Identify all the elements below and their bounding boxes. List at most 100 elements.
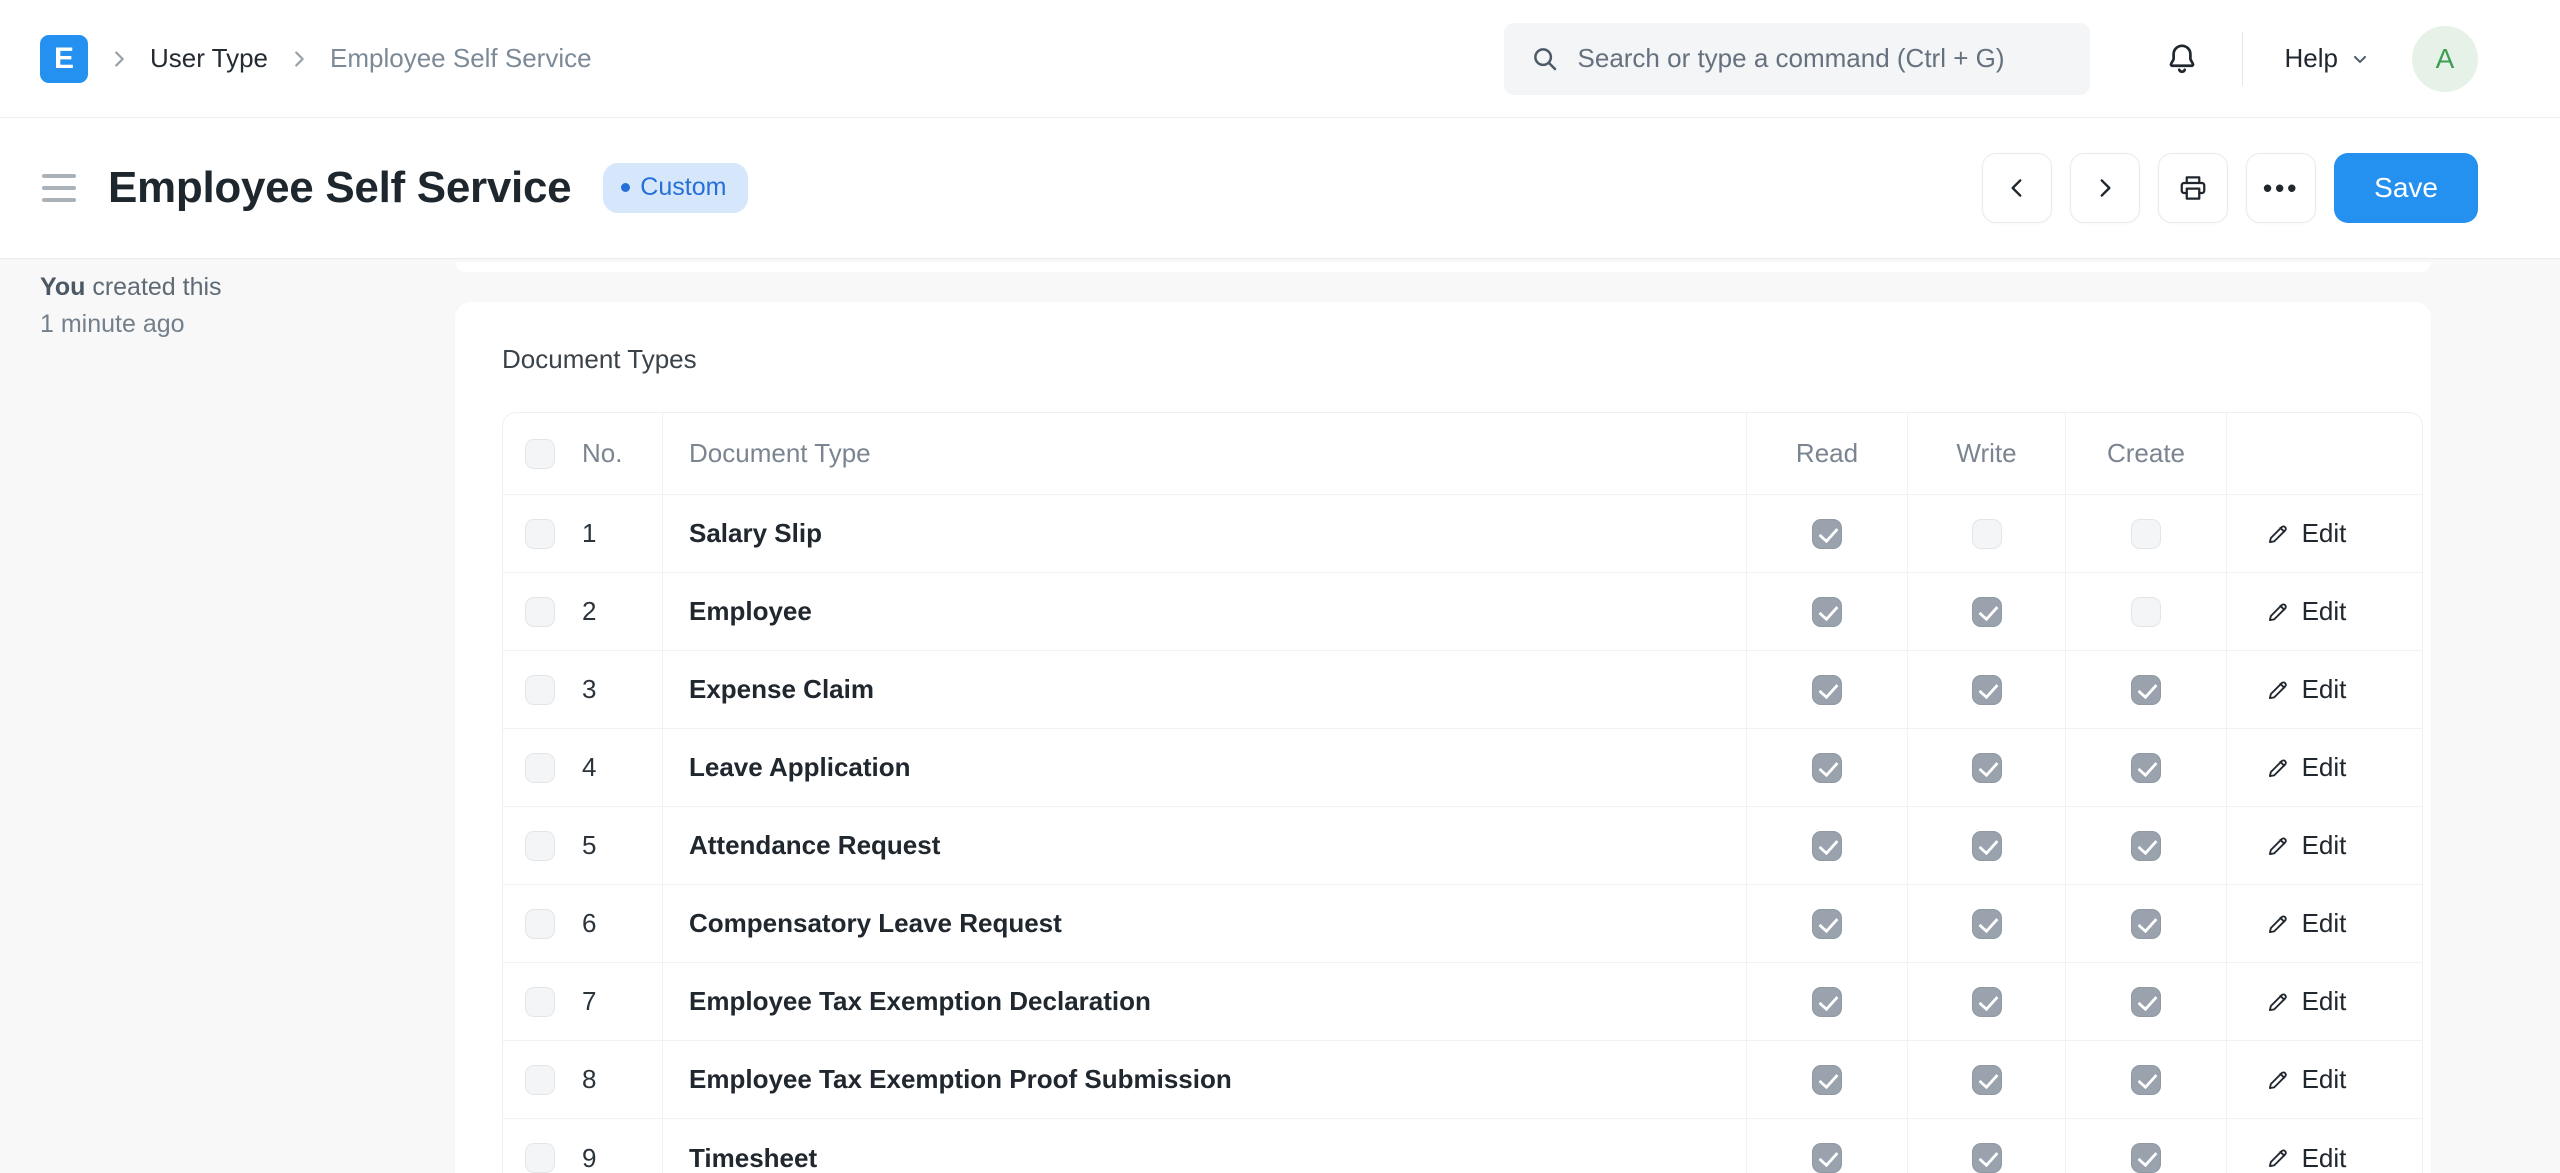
previous-section-card-edge [455,262,2431,272]
row-select-checkbox[interactable] [525,518,555,549]
help-menu[interactable]: Help [2285,43,2370,74]
pencil-icon [2268,1149,2287,1168]
document-type-name: Leave Application [689,752,911,782]
next-document-button[interactable] [2070,153,2141,223]
table-row: 8 Employee Tax Exemption Proof Submissio… [503,1041,2422,1119]
row-select-checkbox[interactable] [525,1143,555,1173]
form-sidebar: You created this 1 minute ago [0,259,455,1173]
user-avatar[interactable]: A [2412,25,2478,92]
read-checkbox[interactable] [1812,986,1842,1017]
read-checkbox[interactable] [1812,596,1842,627]
write-checkbox[interactable] [1971,518,2002,549]
edit-row-button[interactable]: Edit [2265,596,2347,627]
help-label: Help [2284,43,2338,73]
row-select-checkbox[interactable] [525,752,555,783]
document-type-name: Employee Tax Exemption Proof Submission [689,1064,1232,1094]
sidebar-toggle-icon[interactable] [40,168,78,208]
write-checkbox[interactable] [1971,830,2002,861]
pencil-icon [2268,837,2287,855]
column-header-no: No. [582,438,623,468]
write-checkbox[interactable] [1971,1143,2002,1173]
create-checkbox[interactable] [2131,596,2161,627]
app-logo-icon[interactable]: E [40,34,88,83]
edit-row-button[interactable]: Edit [2265,674,2346,705]
write-checkbox[interactable] [1971,596,2002,627]
table-row: 6 Compensatory Leave Request Edit [503,885,2422,963]
edit-row-button[interactable]: Edit [2265,518,2347,549]
more-actions-button[interactable]: ••• [2246,153,2317,223]
navbar: E User Type Employee Self Service Search… [0,0,2560,118]
previous-document-button[interactable] [1982,153,2053,223]
edit-label: Edit [2301,518,2347,548]
page-header: Employee Self Service Custom ••• Save [0,118,2560,259]
create-checkbox[interactable] [2131,518,2161,549]
edit-row-button[interactable]: Edit [2265,908,2347,939]
edit-label: Edit [2301,986,2347,1016]
read-checkbox[interactable] [1812,908,1842,939]
pencil-icon [2268,1071,2287,1089]
row-select-checkbox[interactable] [525,596,555,627]
search-icon [1530,44,1560,74]
edit-row-button[interactable]: Edit [2265,752,2346,783]
breadcrumb-parent[interactable]: User Type [150,43,268,74]
table-row: 4 Leave Application Edit [503,729,2422,807]
read-checkbox[interactable] [1812,518,1842,549]
row-select-checkbox[interactable] [525,1064,555,1095]
write-checkbox[interactable] [1971,986,2002,1017]
ellipsis-icon: ••• [2263,173,2300,203]
write-checkbox[interactable] [1971,1064,2002,1095]
read-checkbox[interactable] [1812,830,1842,861]
column-header-write: Write [1956,438,2017,468]
breadcrumb-current[interactable]: Employee Self Service [330,43,592,74]
chevron-left-icon [2011,179,2022,197]
table-row: 7 Employee Tax Exemption Declaration Edi… [503,963,2422,1041]
save-button[interactable]: Save [2334,153,2478,223]
created-by-user: You [40,273,86,301]
read-checkbox[interactable] [1812,1064,1842,1095]
form-body: Document Types No. Document Type Read Wr… [455,259,2560,1173]
table-header-row: No. Document Type Read Write Create [503,413,2422,495]
read-checkbox[interactable] [1812,752,1842,783]
edit-label: Edit [2301,596,2347,626]
create-checkbox[interactable] [2131,1064,2161,1095]
row-select-checkbox[interactable] [525,830,555,861]
row-number: 1 [582,518,597,548]
table-row: 9 Timesheet Edit [503,1119,2422,1173]
create-checkbox[interactable] [2131,752,2161,783]
breadcrumb-chevron-icon [108,48,130,70]
row-number: 9 [582,1142,597,1173]
select-all-checkbox[interactable] [525,438,555,469]
document-type-name: Attendance Request [689,830,941,860]
pencil-icon [2268,915,2287,933]
notifications-bell-icon[interactable] [2164,39,2200,79]
read-checkbox[interactable] [1812,1143,1842,1173]
document-type-name: Compensatory Leave Request [689,908,1062,938]
edit-label: Edit [2301,830,2347,860]
create-checkbox[interactable] [2131,830,2161,861]
edit-row-button[interactable]: Edit [2265,986,2347,1017]
row-select-checkbox[interactable] [525,908,555,939]
edit-label: Edit [2301,908,2347,938]
row-number: 6 [582,908,597,938]
create-checkbox[interactable] [2131,986,2161,1017]
edit-label: Edit [2301,1064,2347,1094]
header-actions: ••• Save [1982,153,2478,223]
pencil-icon [2268,759,2287,777]
row-select-checkbox[interactable] [525,674,555,705]
read-checkbox[interactable] [1812,674,1842,705]
edit-row-button[interactable]: Edit [2265,1064,2347,1095]
create-checkbox[interactable] [2131,1143,2161,1173]
print-button[interactable] [2158,153,2229,223]
global-search-input[interactable]: Search or type a command (Ctrl + G) [1503,22,2090,95]
document-types-card: Document Types No. Document Type Read Wr… [455,302,2431,1173]
create-checkbox[interactable] [2131,908,2161,939]
badge-dot-icon [621,183,631,192]
write-checkbox[interactable] [1971,674,2002,705]
write-checkbox[interactable] [1971,752,2002,783]
edit-row-button[interactable]: Edit [2265,1143,2346,1173]
created-by-suffix: created this [85,273,222,301]
write-checkbox[interactable] [1971,908,2002,939]
create-checkbox[interactable] [2131,674,2161,705]
edit-row-button[interactable]: Edit [2265,830,2347,861]
row-select-checkbox[interactable] [525,986,555,1017]
